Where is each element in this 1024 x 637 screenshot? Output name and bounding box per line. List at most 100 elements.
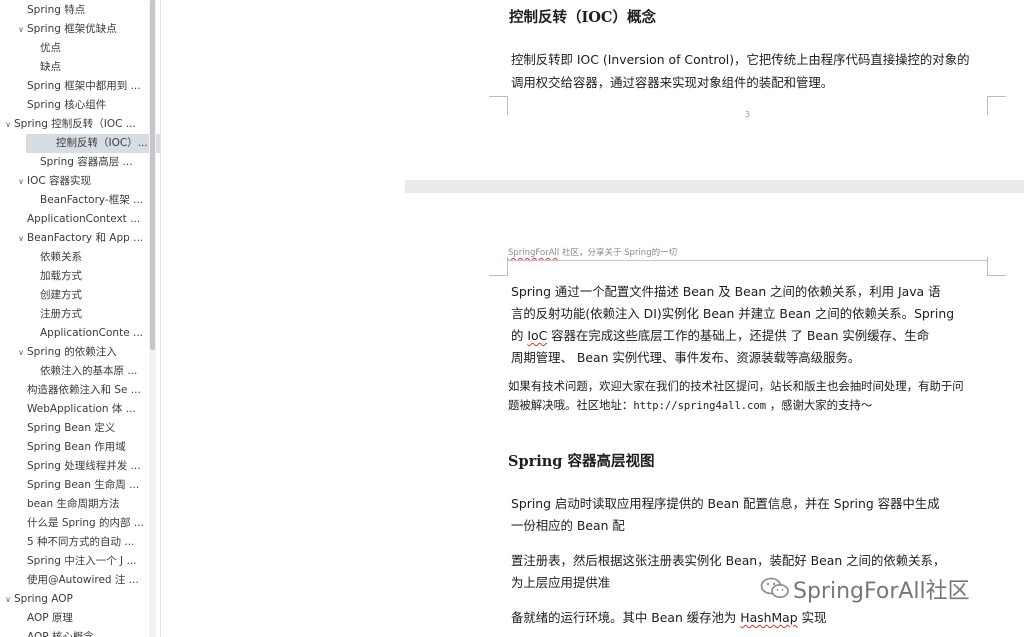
nav-item[interactable]: 加载方式 [0,267,160,286]
nav-item[interactable]: 依赖注入的基本原 ... [0,362,160,381]
community-note-line: 题被解决哦。社区地址：http://spring4all.com ，感谢大家的支… [508,396,872,416]
text-run: 容器在完成这些底层工作的基础上，还提供 了 Bean 实例缓存、生命 [547,328,930,343]
nav-item-label: Spring 中注入一个 J ... [27,555,137,567]
nav-item-label: Spring 框架优缺点 [27,23,117,35]
nav-item-label: ApplicationContext ... [27,213,141,225]
nav-item[interactable]: 控制反转（IOC）... [26,134,160,153]
nav-item[interactable]: WebApplication 体 ... [0,400,160,419]
paragraph-line: 言的反射功能(依赖注入 DI)实例化 Bean 并建立 Bean 之间的依赖关系… [511,306,955,321]
nav-item-label: Spring 处理线程并发 ... [27,460,141,472]
nav-item[interactable]: ∨ Spring AOP [0,590,150,609]
chevron-down-icon[interactable]: ∨ [15,229,27,248]
section-heading-ioc: 控制反转（IOC）概念 [509,9,656,26]
nav-item[interactable]: 优点 [0,39,160,58]
header-brand: SpringForAll [508,248,560,258]
nav-item[interactable]: ∨ Spring 控制反转（IOC ... [0,115,150,134]
nav-item-label: 构造器依赖注入和 Se ... [27,384,141,396]
paragraph-line: 一份相应的 Bean 配 [511,518,625,533]
nav-item-label: WebApplication 体 ... [27,403,136,415]
watermark: SpringForAll社区 [757,573,970,605]
nav-item-label: Spring Bean 生命周 ... [27,479,140,491]
nav-item[interactable]: ∨ Spring 的依赖注入 [0,343,160,362]
nav-item-label: Spring 框架中都用到 ... [27,80,141,92]
chevron-down-icon[interactable]: ∨ [15,172,27,191]
nav-item[interactable]: BeanFactory-框架 ... [0,191,160,210]
nav-item-label: Spring AOP [14,593,73,605]
nav-item[interactable]: AOP 核心概念 [0,628,160,637]
nav-item[interactable]: Spring Bean 定义 [0,419,160,438]
nav-item[interactable]: 什么是 Spring 的内部 ... [0,514,160,533]
paragraph-line: Spring 通过一个配置文件描述 Bean 及 Bean 之间的依赖关系，利用… [511,284,941,299]
nav-item[interactable]: AOP 原理 [0,609,160,628]
chevron-down-icon[interactable]: ∨ [15,20,27,39]
chevron-down-icon[interactable]: ∨ [2,115,14,134]
nav-item-label: Spring 特点 [27,4,86,16]
paragraph-line: 周期管理、 Bean 实例代理、事件发布、资源装载等高级服务。 [511,350,861,365]
nav-item[interactable]: ApplicationContext ... [0,210,160,229]
text-run: ，感谢大家的支持～ [766,398,873,412]
nav-item-label: Spring Bean 作用域 [27,441,126,453]
nav-item-label: 缺点 [40,61,61,73]
nav-item-label: BeanFactory 和 App ... [27,232,144,244]
nav-item[interactable]: 注册方式 [0,305,160,324]
nav-item-label: 依赖关系 [40,251,82,263]
chevron-down-icon[interactable]: ∨ [15,343,27,362]
header-rule [508,260,988,261]
nav-item[interactable]: Spring 特点 [0,1,160,20]
nav-item-label: 什么是 Spring 的内部 ... [27,517,144,529]
section-heading-container: Spring 容器高层视图 [508,453,655,470]
nav-item[interactable]: Spring Bean 作用域 [0,438,160,457]
margin-corner-mark [489,96,508,115]
text-run: 实现 [797,610,827,625]
nav-item[interactable]: Spring 核心组件 [0,96,160,115]
nav-item[interactable]: bean 生命周期方法 [0,495,160,514]
nav-item[interactable]: Spring 中注入一个 J ... [0,552,160,571]
document-gutter [161,0,405,637]
nav-item-label: bean 生命周期方法 [27,498,120,510]
nav-item-label: Spring 的依赖注入 [27,346,117,358]
margin-corner-mark [987,257,1006,276]
paragraph-line: 置注册表，然后根据这张注册表实例化 Bean，装配好 Bean 之间的依赖关系， [511,553,946,568]
nav-item-label: AOP 原理 [27,612,73,624]
page-number: 3 [745,110,751,119]
nav-item[interactable]: 缺点 [0,58,160,77]
margin-corner-mark [489,257,508,276]
nav-item-label: 优点 [40,42,61,54]
nav-item-label: 加载方式 [40,270,82,282]
nav-item-label: Spring 容器高层 ... [40,156,133,168]
nav-item-label: ApplicationConte ... [40,327,144,339]
ioc-word: IoC [527,328,548,343]
nav-item[interactable]: 5 种不同方式的自动 ... [0,533,160,552]
nav-item[interactable]: Spring Bean 生命周 ... [0,476,160,495]
nav-item[interactable]: ∨ BeanFactory 和 App ... [0,229,160,248]
nav-item[interactable]: ∨ Spring 框架优缺点 [0,20,160,39]
nav-item-label: BeanFactory-框架 ... [40,194,144,206]
nav-item-label: 依赖注入的基本原 ... [40,365,138,377]
nav-item-label: AOP 核心概念 [27,631,94,637]
nav-scrollbar-thumb[interactable] [150,0,155,350]
hashmap-word: HashMap [740,610,798,625]
chevron-down-icon[interactable]: ∨ [2,590,14,609]
nav-item[interactable]: 依赖关系 [0,248,160,267]
nav-item[interactable]: 创建方式 [0,286,160,305]
paragraph-line: 调用权交给容器，通过容器来实现对象组件的装配和管理。 [511,75,834,90]
nav-item[interactable]: Spring 容器高层 ... [0,153,160,172]
nav-item[interactable]: ∨ IOC 容器实现 [0,172,160,191]
nav-item-label: 使用@Autowired 注 ... [27,574,139,586]
page-header: SpringForAll 社区，分享关于 Spring的一切 [508,246,677,258]
community-link[interactable]: http://spring4all.com [633,400,766,412]
paragraph-line: 的 IoC 容器在完成这些底层工作的基础上，还提供 了 Bean 实例缓存、生命 [511,325,929,347]
nav-item-label: 创建方式 [40,289,82,301]
nav-item-label: Spring Bean 定义 [27,422,116,434]
page-3: 控制反转（IOC）概念 控制反转即 IOC (Inversion of Cont… [405,0,1024,180]
header-text: 社区，分享关于 Spring的一切 [559,248,678,258]
nav-item-label: 控制反转（IOC）... [56,137,148,149]
text-run: 备就绪的运行环境。其中 Bean 缓存池为 [511,610,741,625]
nav-item[interactable]: 构造器依赖注入和 Se ... [0,381,160,400]
nav-item[interactable]: ApplicationConte ... [0,324,160,343]
paragraph-line: 备就绪的运行环境。其中 Bean 缓存池为 HashMap 实现 [511,607,826,629]
nav-item-label: 注册方式 [40,308,82,320]
nav-item[interactable]: Spring 处理线程并发 ... [0,457,160,476]
nav-item[interactable]: Spring 框架中都用到 ... [0,77,160,96]
nav-item[interactable]: 使用@Autowired 注 ... [0,571,160,590]
